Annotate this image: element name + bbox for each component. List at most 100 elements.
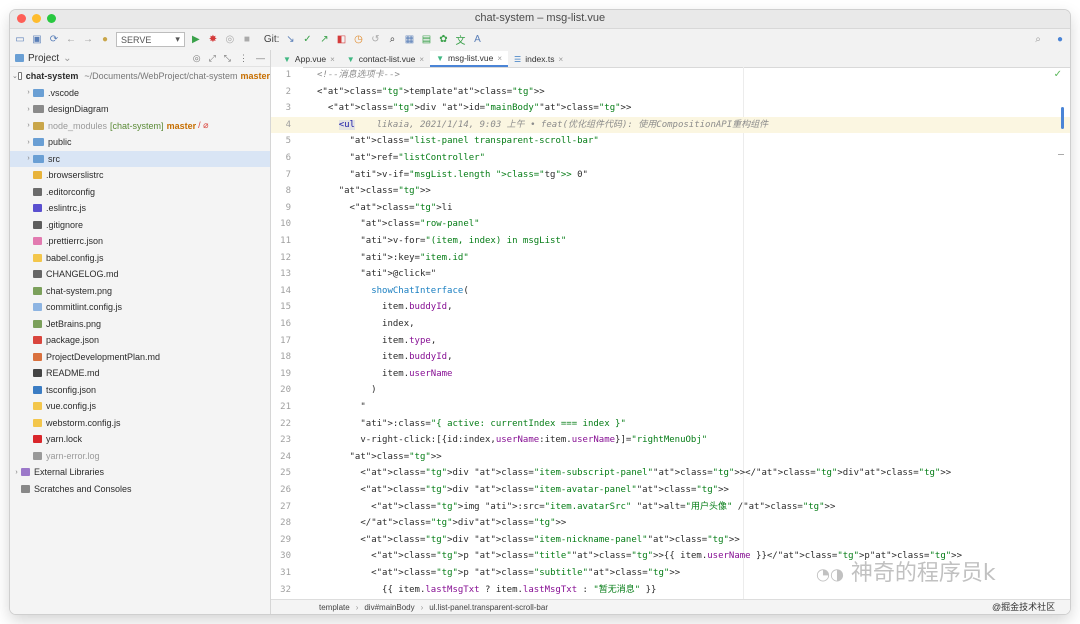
run-config-select[interactable]: SERVE ▾ bbox=[116, 32, 185, 47]
chevron-right-icon[interactable]: › bbox=[12, 469, 21, 476]
code-line[interactable]: 11 "ati">v-for="(item, index) in msgList… bbox=[271, 233, 1070, 250]
terminal-icon[interactable]: ▤ bbox=[420, 34, 432, 46]
tree-item[interactable]: .eslintrc.js bbox=[10, 200, 270, 217]
chevron-right-icon[interactable]: › bbox=[24, 89, 33, 96]
close-tab-icon[interactable]: × bbox=[330, 55, 335, 64]
tree-item[interactable]: .prettierrc.json bbox=[10, 233, 270, 250]
expand-all-icon[interactable]: ⤢ bbox=[209, 53, 216, 64]
back-icon[interactable]: ← bbox=[65, 34, 77, 46]
code-line[interactable]: 9 <"at">class="tg">li bbox=[271, 200, 1070, 217]
project-view-label[interactable]: Project bbox=[28, 53, 59, 64]
debug-icon[interactable]: ✸ bbox=[207, 34, 219, 46]
update-icon[interactable]: ● bbox=[1054, 34, 1066, 46]
tree-item[interactable]: CHANGELOG.md bbox=[10, 266, 270, 283]
code-line[interactable]: 20 ) bbox=[271, 382, 1070, 399]
code-line[interactable]: 21 " bbox=[271, 399, 1070, 416]
code-line[interactable]: 25 <"at">class="tg">div "at">class="item… bbox=[271, 465, 1070, 482]
breadcrumb-item[interactable]: ul.list-panel.transparent-scroll-bar bbox=[429, 603, 548, 612]
tab-app-vue[interactable]: ▼ App.vue × bbox=[277, 51, 341, 67]
search-everywhere-icon[interactable]: ⌕ bbox=[386, 34, 398, 46]
chevron-right-icon[interactable]: › bbox=[24, 106, 33, 113]
close-tab-icon[interactable]: × bbox=[559, 55, 564, 64]
code-line[interactable]: 14 showChatInterface( bbox=[271, 283, 1070, 300]
run-icon[interactable]: ▶ bbox=[190, 34, 202, 46]
tree-item[interactable]: JetBrains.png bbox=[10, 316, 270, 333]
breadcrumb-item[interactable]: template bbox=[319, 603, 350, 612]
code-line[interactable]: 2 <"at">class="tg">template"at">class="tg… bbox=[271, 84, 1070, 101]
code-line[interactable]: 15 item.buddyId, bbox=[271, 299, 1070, 316]
chevron-right-icon[interactable]: › bbox=[24, 155, 33, 162]
code-line[interactable]: 29 <"at">class="tg">div "at">class="item… bbox=[271, 532, 1070, 549]
tree-item[interactable]: commitlint.config.js bbox=[10, 299, 270, 316]
user-icon[interactable]: ● bbox=[99, 34, 111, 46]
code-line[interactable]: 17 item.type, bbox=[271, 333, 1070, 350]
tree-item[interactable]: › src bbox=[10, 150, 270, 167]
code-line[interactable]: 22 "ati">:class="{ active: currentIndex … bbox=[271, 416, 1070, 433]
chevron-down-icon[interactable]: ⌄ bbox=[12, 72, 18, 80]
chevron-down-icon[interactable]: ⌄ bbox=[63, 53, 71, 64]
translate-icon[interactable]: 文 bbox=[454, 34, 466, 47]
tree-root-row[interactable]: ⌄ chat-system ~/Documents/WebProject/cha… bbox=[10, 68, 270, 85]
git-compare-icon[interactable]: ◧ bbox=[335, 34, 347, 46]
tab-index-ts[interactable]: ☰ index.ts × bbox=[508, 51, 569, 67]
close-tab-icon[interactable]: × bbox=[497, 54, 502, 63]
git-rollback-icon[interactable]: ↺ bbox=[369, 34, 381, 46]
code-line[interactable]: 10 "at">class="row-panel" bbox=[271, 216, 1070, 233]
plugin-icon[interactable]: ✿ bbox=[437, 34, 449, 46]
code-line[interactable]: 5 "at">class="list-panel transparent-scr… bbox=[271, 133, 1070, 150]
code-line[interactable]: 8 "at">class="tg">> bbox=[271, 183, 1070, 200]
breadcrumb-item[interactable]: div#mainBody bbox=[364, 603, 414, 612]
git-history-icon[interactable]: ◷ bbox=[352, 34, 364, 46]
tree-item[interactable]: › public bbox=[10, 134, 270, 151]
tree-item[interactable]: .gitignore bbox=[10, 217, 270, 234]
tree-item[interactable]: yarn.lock bbox=[10, 431, 270, 448]
tree-item[interactable]: webstorm.config.js bbox=[10, 415, 270, 432]
code-line[interactable]: 28 </"at">class="tg">div"at">class="tg">… bbox=[271, 515, 1070, 532]
git-update-icon[interactable]: ↘ bbox=[284, 34, 296, 46]
code-line[interactable]: 19 item.userName bbox=[271, 366, 1070, 383]
tab-contact-list-vue[interactable]: ▼ contact-list.vue × bbox=[341, 51, 430, 67]
forward-icon[interactable]: → bbox=[82, 34, 94, 46]
options-icon[interactable]: ⋮ bbox=[239, 53, 248, 64]
inspection-ok-icon[interactable]: ✓ bbox=[1054, 69, 1062, 80]
tree-item[interactable]: ProjectDevelopmentPlan.md bbox=[10, 349, 270, 366]
code-line[interactable]: 18 item.buddyId, bbox=[271, 349, 1070, 366]
code-line[interactable]: 13 "ati">@click=" bbox=[271, 266, 1070, 283]
tree-item[interactable]: vue.config.js bbox=[10, 398, 270, 415]
tree-item[interactable]: .browserslistrc bbox=[10, 167, 270, 184]
tree-item[interactable]: › External Libraries bbox=[10, 464, 270, 481]
tree-item[interactable]: › designDiagram bbox=[10, 101, 270, 118]
collapse-all-icon[interactable]: ⤡ bbox=[224, 53, 231, 64]
code-line[interactable]: 7 "ati">v-if="msgList.length ">class="tg… bbox=[271, 167, 1070, 184]
language-icon[interactable]: A bbox=[471, 34, 483, 46]
chevron-right-icon[interactable]: › bbox=[24, 139, 33, 146]
git-commit-icon[interactable]: ✓ bbox=[301, 34, 313, 46]
code-line[interactable]: 3 <"at">class="tg">div "at">id="mainBody… bbox=[271, 100, 1070, 117]
hide-icon[interactable]: — bbox=[256, 53, 265, 64]
tree-item[interactable]: tsconfig.json bbox=[10, 382, 270, 399]
search-icon[interactable]: ⌕ bbox=[1032, 34, 1044, 46]
code-line[interactable]: 27 <"at">class="tg">img "ati">:src="item… bbox=[271, 499, 1070, 516]
code-line[interactable]: 1 <!--消息选项卡--> bbox=[271, 67, 1070, 84]
code-editor[interactable]: 1 <!--消息选项卡--> 2 <"at">class="tg">template"… bbox=[271, 67, 1070, 600]
coverage-icon[interactable]: ◎ bbox=[224, 34, 236, 46]
code-line[interactable]: 24 "at">class="tg">> bbox=[271, 449, 1070, 466]
project-structure-icon[interactable]: ▦ bbox=[403, 34, 415, 46]
code-line[interactable]: 26 <"at">class="tg">div "at">class="item… bbox=[271, 482, 1070, 499]
open-folder-icon[interactable]: ▭ bbox=[14, 34, 26, 46]
code-line[interactable]: 12 "ati">:key="item.id" bbox=[271, 250, 1070, 267]
close-tab-icon[interactable]: × bbox=[419, 55, 424, 64]
tree-item[interactable]: chat-system.png bbox=[10, 283, 270, 300]
chevron-right-icon[interactable]: › bbox=[24, 122, 33, 129]
git-push-icon[interactable]: ↗ bbox=[318, 34, 330, 46]
tree-item[interactable]: package.json bbox=[10, 332, 270, 349]
tab-msg-list-vue[interactable]: ▼ msg-list.vue × bbox=[430, 51, 509, 67]
stop-icon[interactable]: ■ bbox=[241, 34, 253, 46]
tree-item[interactable]: yarn-error.log bbox=[10, 448, 270, 465]
code-line[interactable]: 6 "at">ref="listController" bbox=[271, 150, 1070, 167]
editor-scrollbar[interactable] bbox=[1061, 107, 1064, 129]
code-line[interactable]: 4 <ul likaia, 2021/1/14, 9:03 上午 • feat(… bbox=[271, 116, 1070, 134]
tree-item[interactable]: Scratches and Consoles bbox=[10, 481, 270, 498]
sync-icon[interactable]: ⟳ bbox=[48, 34, 60, 46]
tree-item[interactable]: README.md bbox=[10, 365, 270, 382]
